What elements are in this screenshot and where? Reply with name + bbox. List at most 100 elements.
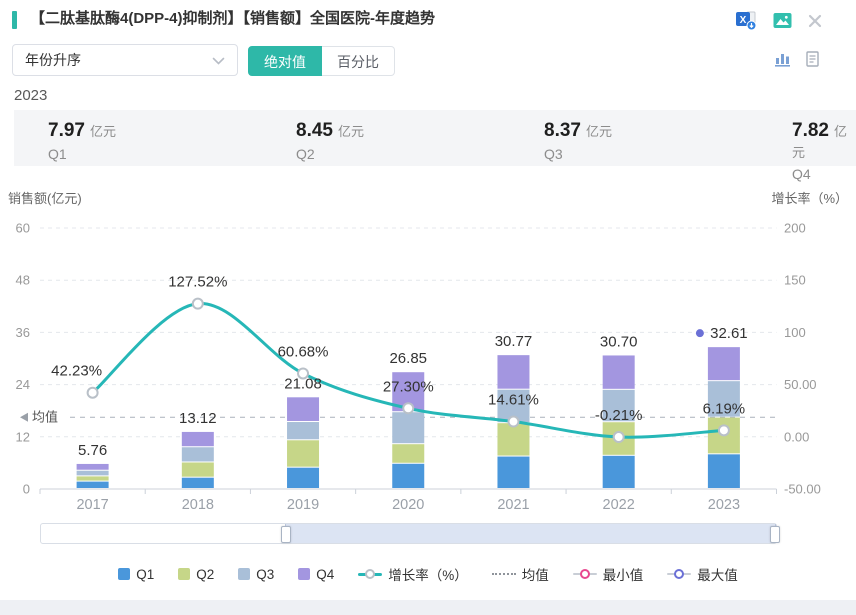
svg-text:24: 24 <box>16 377 30 392</box>
svg-text:30.70: 30.70 <box>600 333 638 350</box>
svg-text:12: 12 <box>16 429 30 444</box>
report-view-icon[interactable] <box>805 51 820 67</box>
bar-segment-q1-2017[interactable] <box>76 481 109 488</box>
svg-text:127.52%: 127.52% <box>168 274 227 291</box>
chevron-down-icon <box>212 52 225 68</box>
footer-strip <box>0 600 856 615</box>
bar-segment-q4-2017[interactable] <box>76 463 109 470</box>
chart-view-icon[interactable] <box>774 51 791 67</box>
bar-segment-q3-2020[interactable] <box>392 412 425 444</box>
bar-segment-q1-2018[interactable] <box>181 477 214 488</box>
right-axis-title: 增长率（%） <box>771 191 848 206</box>
legend-line-marker-icon <box>358 569 383 579</box>
legend-item-q2[interactable]: Q2 <box>178 567 214 582</box>
title-accent-bar <box>12 11 17 29</box>
svg-text:6.19%: 6.19% <box>703 400 746 417</box>
percentage-button[interactable]: 百分比 <box>322 46 395 76</box>
bar-segment-q1-2019[interactable] <box>287 467 320 488</box>
sort-order-select[interactable]: 年份升序 <box>12 44 238 76</box>
datazoom-slider[interactable] <box>40 523 780 544</box>
bar-segment-q4-2023[interactable] <box>707 347 740 381</box>
summary-stat-q4: 7.82 亿元 Q4 <box>792 120 847 182</box>
bar-segment-q4-2022[interactable] <box>602 355 635 389</box>
absolute-value-button[interactable]: 绝对值 <box>248 46 322 76</box>
svg-text:2019: 2019 <box>287 497 319 513</box>
datazoom-left-handle[interactable] <box>281 526 292 543</box>
bar-segment-q3-2018[interactable] <box>181 447 214 462</box>
svg-text:36: 36 <box>16 325 30 340</box>
legend-dotted-line-icon <box>491 573 516 575</box>
growth-point-2020[interactable] <box>402 402 415 415</box>
svg-text:27.30%: 27.30% <box>383 378 434 395</box>
bar-segment-q2-2021[interactable] <box>497 423 530 456</box>
svg-text:60.68%: 60.68% <box>278 343 329 360</box>
summary-stat-q3: 8.37 亿元 Q3 <box>544 120 612 162</box>
bar-segment-q3-2017[interactable] <box>76 470 109 476</box>
svg-text:42.23%: 42.23% <box>51 363 102 380</box>
bar-segment-q1-2020[interactable] <box>392 463 425 488</box>
legend-swatch-q3-icon <box>238 568 251 580</box>
growth-point-2023[interactable] <box>717 424 730 437</box>
trend-chart-canvas[interactable]: 销售额(亿元) 增长率（%） 0 12 24 36 48 60 -50.00 0.00 50.00 1… <box>0 180 856 518</box>
svg-text:48: 48 <box>16 273 30 288</box>
legend-swatch-q1-icon <box>118 568 131 580</box>
legend-swatch-q2-icon <box>178 568 191 580</box>
bar-segment-q4-2019[interactable] <box>287 397 320 422</box>
svg-text:200: 200 <box>784 221 806 236</box>
image-export-icon[interactable] <box>773 12 792 29</box>
excel-export-icon[interactable]: X <box>735 10 757 31</box>
legend-item-min[interactable]: 最小值 <box>572 564 643 584</box>
svg-text:均值: 均值 <box>32 410 58 425</box>
legend-item-q4[interactable]: Q4 <box>298 567 334 582</box>
svg-text:0: 0 <box>23 482 30 497</box>
close-icon[interactable] <box>808 14 822 28</box>
bar-segment-q3-2019[interactable] <box>287 422 320 440</box>
datazoom-right-handle[interactable] <box>769 526 780 543</box>
svg-text:2023: 2023 <box>708 497 740 513</box>
left-axis-title: 销售额(亿元) <box>8 191 82 206</box>
svg-text:21.08: 21.08 <box>284 375 322 392</box>
legend-item-growth-rate[interactable]: 增长率（%） <box>358 564 468 584</box>
svg-text:50.00: 50.00 <box>784 377 817 392</box>
svg-text:2022: 2022 <box>603 497 635 513</box>
page-title: 【二肽基肽酶4(DPP-4)抑制剂】【销售额】全国医院-年度趋势 <box>30 10 436 27</box>
summary-stat-q1: 7.97 亿元 Q1 <box>48 120 116 162</box>
summary-year: 2023 <box>14 87 48 104</box>
svg-text:0.00: 0.00 <box>784 429 809 444</box>
legend-item-q3[interactable]: Q3 <box>238 567 274 582</box>
svg-text:-50.00: -50.00 <box>784 482 821 497</box>
summary-stat-q2: 8.45 亿元 Q2 <box>296 120 364 162</box>
growth-point-2017[interactable] <box>86 386 99 399</box>
svg-text:5.76: 5.76 <box>78 442 107 459</box>
legend-item-q1[interactable]: Q1 <box>118 567 154 582</box>
svg-text:2018: 2018 <box>182 497 214 513</box>
legend-item-mean[interactable]: 均值 <box>491 564 549 584</box>
svg-text:-0.21%: -0.21% <box>595 407 643 424</box>
legend-swatch-q4-icon <box>298 568 311 580</box>
bar-segment-q1-2023[interactable] <box>707 454 740 488</box>
growth-point-2022[interactable] <box>612 431 625 444</box>
svg-text:13.12: 13.12 <box>179 410 217 427</box>
growth-point-2018[interactable] <box>191 297 204 310</box>
view-switcher <box>774 51 820 67</box>
bar-segment-q2-2018[interactable] <box>181 462 214 477</box>
sort-order-value: 年份升序 <box>25 52 81 68</box>
bar-segment-q1-2022[interactable] <box>602 455 635 488</box>
summary-strip: 7.97 亿元 Q1 8.45 亿元 Q2 8.37 亿元 Q3 7.82 亿元 Q4 <box>14 110 856 182</box>
bar-segment-q2-2017[interactable] <box>76 476 109 481</box>
svg-text:26.85: 26.85 <box>389 350 427 367</box>
svg-text:14.61%: 14.61% <box>488 392 539 409</box>
max-value-dot-icon <box>695 329 704 338</box>
header-toolbar: X <box>735 10 822 31</box>
bar-segment-q1-2021[interactable] <box>497 456 530 488</box>
datazoom-selected-range[interactable] <box>285 524 776 543</box>
growth-point-2021[interactable] <box>507 415 520 428</box>
bar-segment-q2-2020[interactable] <box>392 444 425 463</box>
svg-text:60: 60 <box>16 221 30 236</box>
bar-segment-q2-2019[interactable] <box>287 440 320 467</box>
legend-item-max[interactable]: 最大值 <box>667 564 738 584</box>
bar-segment-q4-2021[interactable] <box>497 355 530 389</box>
bar-segment-q4-2018[interactable] <box>181 431 214 447</box>
x-axis-labels: 2017 2018 2019 2020 2021 2022 2023 <box>76 497 740 513</box>
svg-text:100: 100 <box>784 325 806 340</box>
